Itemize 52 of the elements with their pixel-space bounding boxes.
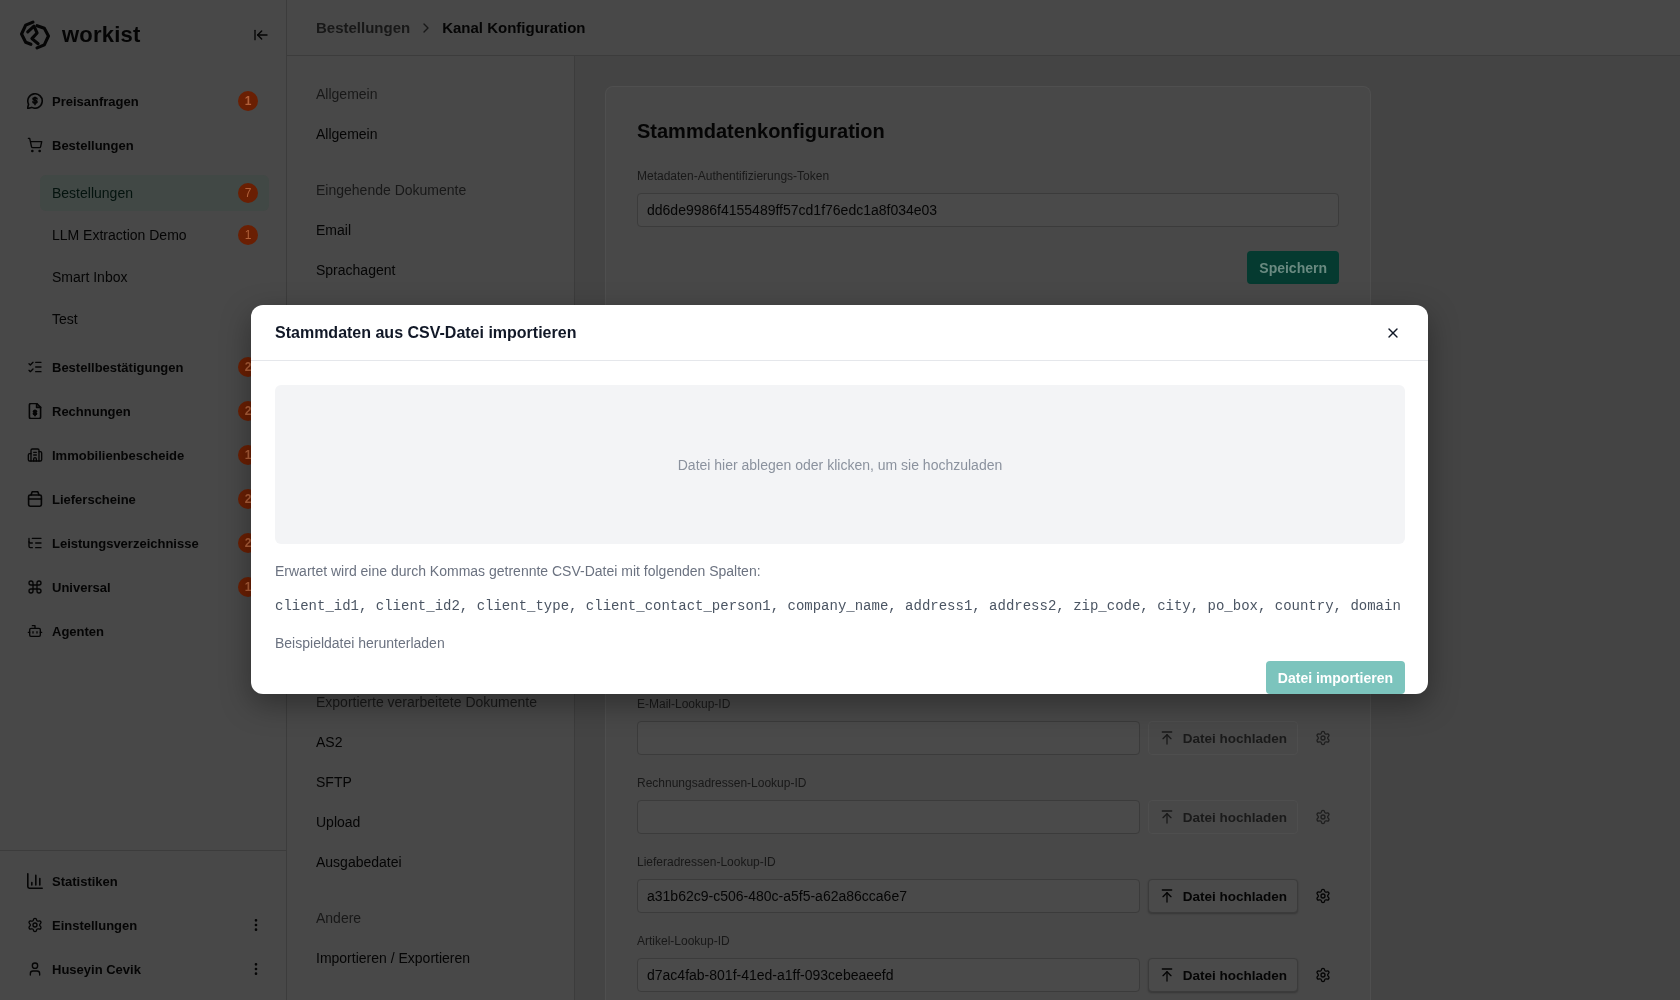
checklist-icon bbox=[27, 359, 43, 375]
section-link[interactable]: Ausgabedatei bbox=[316, 842, 402, 882]
command-icon bbox=[27, 579, 43, 595]
modal-title: Stammdaten aus CSV-Datei importieren bbox=[275, 323, 577, 342]
column-list: client_id1, client_id2, client_type, client_contact_person1, company_name, address1, address2, zip_code, city, po_box, country, domain bbox=[275, 596, 1401, 616]
upload-button[interactable]: Datei hochladen bbox=[1147, 879, 1298, 913]
count-badge: 1 bbox=[238, 91, 258, 111]
nav-subitem[interactable]: LLM Extraction Demo 1 bbox=[40, 217, 269, 253]
nav-item[interactable]: Statistiken bbox=[27, 859, 269, 903]
upload-button[interactable]: Datei hochladen bbox=[1147, 958, 1298, 992]
briefcase-icon bbox=[27, 491, 43, 507]
cart-icon bbox=[27, 137, 43, 153]
logo-text: workist bbox=[62, 22, 141, 48]
settings-icon[interactable] bbox=[1314, 967, 1331, 983]
logo-icon bbox=[20, 20, 50, 50]
section-link[interactable]: Importieren / Exportieren bbox=[316, 938, 471, 978]
chart-icon bbox=[27, 873, 43, 889]
nav-item[interactable]: Bestellungen bbox=[27, 123, 269, 167]
settings-icon[interactable] bbox=[1314, 888, 1331, 904]
section-link[interactable]: Email bbox=[316, 210, 351, 250]
section-link[interactable]: Upload bbox=[316, 802, 361, 842]
input-field[interactable]: a31b62c9-c506-480c-a5f5-a62a86cca6e7 bbox=[637, 879, 1140, 913]
nav-item[interactable]: Einstellungen bbox=[27, 903, 269, 947]
collapse-sidebar-icon[interactable] bbox=[253, 27, 269, 43]
download-link[interactable]: Beispieldatei herunterladen bbox=[275, 633, 445, 653]
nav-item[interactable]: Preisanfragen 1 bbox=[27, 79, 269, 123]
card-title: Stammdatenkonfiguration bbox=[637, 119, 885, 143]
file-dropzone[interactable]: Datei hier ablegen oder klicken, um sie hochzuladen bbox=[275, 385, 1405, 544]
robot-icon bbox=[27, 623, 43, 639]
count-badge: 7 bbox=[238, 183, 258, 203]
section-link[interactable]: SFTP bbox=[316, 762, 352, 802]
section-link[interactable]: Sprachagent bbox=[316, 250, 396, 290]
nav-item[interactable]: Agenten bbox=[27, 609, 269, 653]
user-icon bbox=[27, 961, 43, 977]
section-link[interactable]: Allgemein bbox=[316, 114, 378, 154]
input-field[interactable]: dd6de9986f4155489ff57cd1f76edc1a8f034e03 bbox=[637, 193, 1339, 227]
settings-icon bbox=[27, 917, 43, 933]
list-tree-icon bbox=[27, 535, 43, 551]
save-button[interactable]: Speichern bbox=[1247, 251, 1339, 284]
settings-icon[interactable] bbox=[1314, 730, 1331, 746]
input-field[interactable]: d7ac4fab-801f-41ed-a1ff-093cebeaeefd bbox=[637, 958, 1140, 992]
nav-item[interactable]: Huseyin Cevik bbox=[27, 947, 269, 991]
nav-subitem[interactable]: Smart Inbox bbox=[40, 259, 269, 295]
chat-dollar-icon bbox=[27, 93, 43, 109]
building-icon bbox=[27, 447, 43, 463]
section-link[interactable]: AS2 bbox=[316, 722, 343, 762]
document-dollar-icon bbox=[27, 403, 43, 419]
current-page-title: Kanal Konfiguration bbox=[442, 19, 586, 36]
settings-icon[interactable] bbox=[1314, 809, 1331, 825]
description-text: Erwartet wird eine durch Kommas getrennte CSV-Datei mit folgenden Spalten: bbox=[275, 562, 761, 581]
count-badge: 1 bbox=[238, 225, 258, 245]
nav-subitem[interactable]: Bestellungen 7 bbox=[40, 175, 269, 211]
